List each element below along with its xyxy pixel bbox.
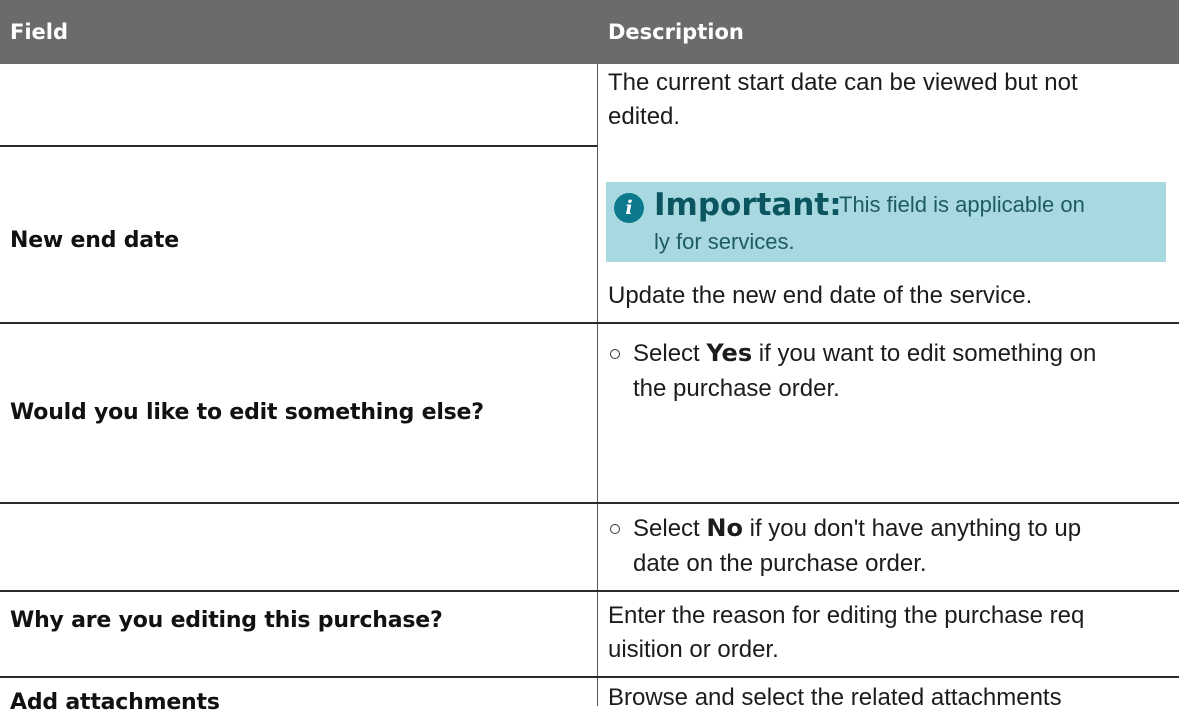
row-description-line: uisition or order.	[608, 636, 779, 663]
row-description-line: edited.	[608, 103, 681, 130]
bullet-bold-no: No	[706, 514, 743, 542]
field-label: Add attachments	[10, 690, 220, 715]
bullet-text-line: date on the purchase order.	[633, 550, 927, 577]
bullet-bold-yes: Yes	[706, 339, 753, 367]
bullet-circle-icon	[610, 349, 620, 359]
bullet-text-line: the purchase order.	[633, 375, 840, 402]
bullet-circle-icon	[610, 524, 620, 534]
bullet-text: Select Yes if you want to edit something…	[633, 339, 1097, 367]
table-header-row: Field Description	[0, 0, 1179, 64]
field-description-table: Field Description The current start date…	[0, 0, 1179, 715]
bullet-text: Select No if you don't have anything to …	[633, 514, 1082, 542]
info-icon: i	[614, 193, 644, 223]
row-divider	[0, 322, 1179, 324]
column-divider	[597, 64, 598, 706]
header-description: Description	[608, 20, 744, 44]
row-description-line: Update the new end date of the service.	[608, 282, 1033, 309]
row-description-line: Browse and select the related attachment…	[608, 684, 1062, 711]
row-description-line: The current start date can be viewed but…	[608, 69, 1078, 96]
note-title: Important:	[654, 187, 842, 223]
field-label: New end date	[10, 228, 179, 253]
note-text-line: This field is applicable on	[839, 192, 1085, 217]
note-text-line: ly for services.	[654, 229, 795, 254]
field-label: Would you like to edit something else?	[10, 400, 484, 425]
header-field: Field	[10, 20, 69, 44]
row-divider	[0, 590, 1179, 592]
row-divider	[0, 676, 1179, 678]
important-note: i Important: This field is applicable on…	[606, 182, 1166, 262]
field-label: Why are you editing this purchase?	[10, 608, 443, 633]
row-divider	[0, 502, 1179, 504]
row-divider	[0, 145, 597, 147]
row-description-line: Enter the reason for editing the purchas…	[608, 602, 1085, 629]
